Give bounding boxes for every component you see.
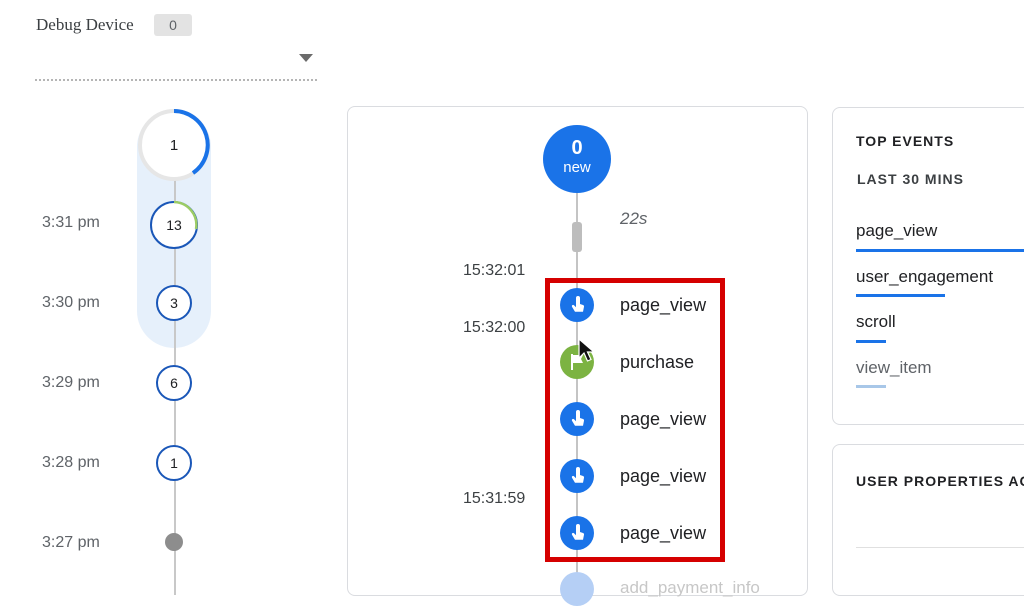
top-event-name[interactable]: scroll: [856, 312, 896, 332]
mouse-cursor-icon: [578, 338, 596, 362]
user-properties-card: [832, 444, 1024, 596]
minute-time: 3:30 pm: [42, 294, 100, 311]
top-events-title: TOP EVENTS: [856, 133, 955, 149]
event-name-faded[interactable]: add_payment_info: [620, 578, 760, 598]
top-event-bar: [856, 340, 886, 343]
top-event-name[interactable]: user_engagement: [856, 267, 993, 287]
minute-count-value: 3: [170, 295, 178, 311]
minute-event-count[interactable]: 3: [156, 285, 192, 321]
top-events-subtitle: LAST 30 MINS: [857, 171, 964, 187]
minute-time: 3:28 pm: [42, 454, 100, 471]
dropdown-arrow-icon[interactable]: [299, 54, 313, 62]
seconds-progress-arc: [173, 109, 210, 175]
time-gap-label: 22s: [620, 209, 648, 228]
time-gap-indicator: [572, 222, 582, 252]
minute-time: 3:31 pm: [42, 214, 100, 231]
event-timestamp: 15:32:01: [463, 262, 526, 279]
touch-icon[interactable]: [560, 572, 594, 606]
empty-minute-dot[interactable]: [165, 533, 183, 551]
minute-event-count[interactable]: 1: [156, 445, 192, 481]
event-timestamp: 15:31:59: [463, 490, 526, 507]
minute-count-value: 6: [170, 375, 178, 391]
annotation-highlight-box: [545, 278, 725, 562]
top-event-bar: [856, 294, 945, 297]
new-events-label: new: [563, 159, 591, 176]
new-events-bubble[interactable]: 0 new: [543, 125, 611, 193]
top-event-name[interactable]: view_item: [856, 358, 932, 378]
event-timestamp: 15:32:00: [463, 319, 526, 336]
minute-event-count[interactable]: 6: [156, 365, 192, 401]
minute-time: 3:29 pm: [42, 374, 100, 391]
user-properties-title: USER PROPERTIES AC: [856, 473, 1024, 489]
divider: [856, 547, 1024, 548]
new-events-count: 0: [571, 137, 583, 159]
debug-device-label: Debug Device: [36, 15, 134, 34]
debug-device-count-badge: 0: [154, 14, 192, 36]
top-event-name[interactable]: page_view: [856, 221, 937, 241]
minute-time: 3:27 pm: [42, 534, 100, 551]
minute-count-value: 1: [170, 455, 178, 471]
minute-count-arc: [173, 201, 198, 230]
top-event-bar: [856, 385, 886, 388]
top-event-bar: [856, 249, 1024, 252]
debug-device-select[interactable]: [35, 45, 317, 81]
